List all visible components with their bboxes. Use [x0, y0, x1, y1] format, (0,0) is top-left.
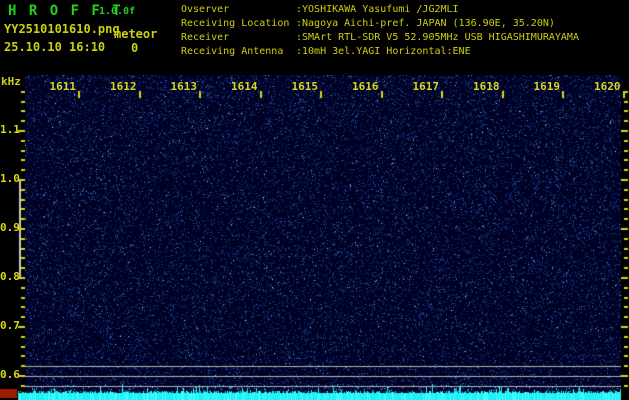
time-label: 1616 — [352, 80, 379, 93]
freq-label: 0.9 — [0, 221, 20, 234]
freq-label: 0.6 — [0, 368, 20, 381]
info-row-location: Receiving Location :Nagoya Aichi-pref. JA… — [181, 17, 579, 31]
info-row-receiver: Receiver :SMArt RTL-SDR V5 52.905MHz USB … — [181, 31, 579, 45]
output-filename: YY2510101610.png — [4, 22, 120, 36]
info-row-observer: Ovserver :YOSHIKAWA Yasufumi /JG2MLI — [181, 3, 579, 17]
info-value: :10mH 3el.YAGI Horizontal:ENE — [296, 46, 471, 57]
time-label: 1619 — [533, 80, 561, 93]
spectrogram-canvas — [0, 75, 629, 400]
freq-label: 0.8 — [0, 270, 20, 283]
info-label: Ovserver — [181, 4, 230, 15]
time-label: 1618 — [473, 80, 500, 93]
frequency-unit-label: kHz — [1, 75, 21, 88]
time-label: 1617 — [412, 80, 440, 93]
info-row-antenna: Receiving Antenna :10mH 3el.YAGI Horizont… — [181, 45, 579, 59]
time-label: 1614 — [231, 80, 258, 93]
info-value: :Nagoya Aichi-pref. JAPAN (136.90E, 35.2… — [296, 18, 555, 29]
time-label: 1615 — [291, 80, 319, 93]
time-label: 1613 — [170, 80, 198, 93]
info-label: Receiver — [181, 32, 230, 43]
station-info: Ovserver :YOSHIKAWA Yasufumi /JG2MLI Rece… — [181, 3, 579, 59]
time-label: 1620 — [594, 80, 621, 93]
observation-datetime: 25.10.10 16:10 — [4, 40, 106, 54]
info-label: Receiving Antenna — [181, 46, 284, 57]
freq-label: 1.1 — [0, 123, 20, 136]
time-label: 1612 — [110, 80, 137, 93]
info-label: Receiving Location — [181, 18, 290, 29]
freq-label: 1.0 — [0, 172, 20, 185]
info-value: :SMArt RTL-SDR V5 52.905MHz USB HIGASHIM… — [296, 32, 579, 43]
freq-label: 0.7 — [0, 319, 20, 332]
info-value: :YOSHIKAWA Yasufumi /JG2MLI — [296, 4, 459, 15]
time-label: 1611 — [49, 80, 77, 93]
app-version: 1.0.0f — [99, 6, 136, 17]
meteor-count: 0 — [131, 41, 139, 55]
mode-label: meteor — [114, 27, 158, 41]
